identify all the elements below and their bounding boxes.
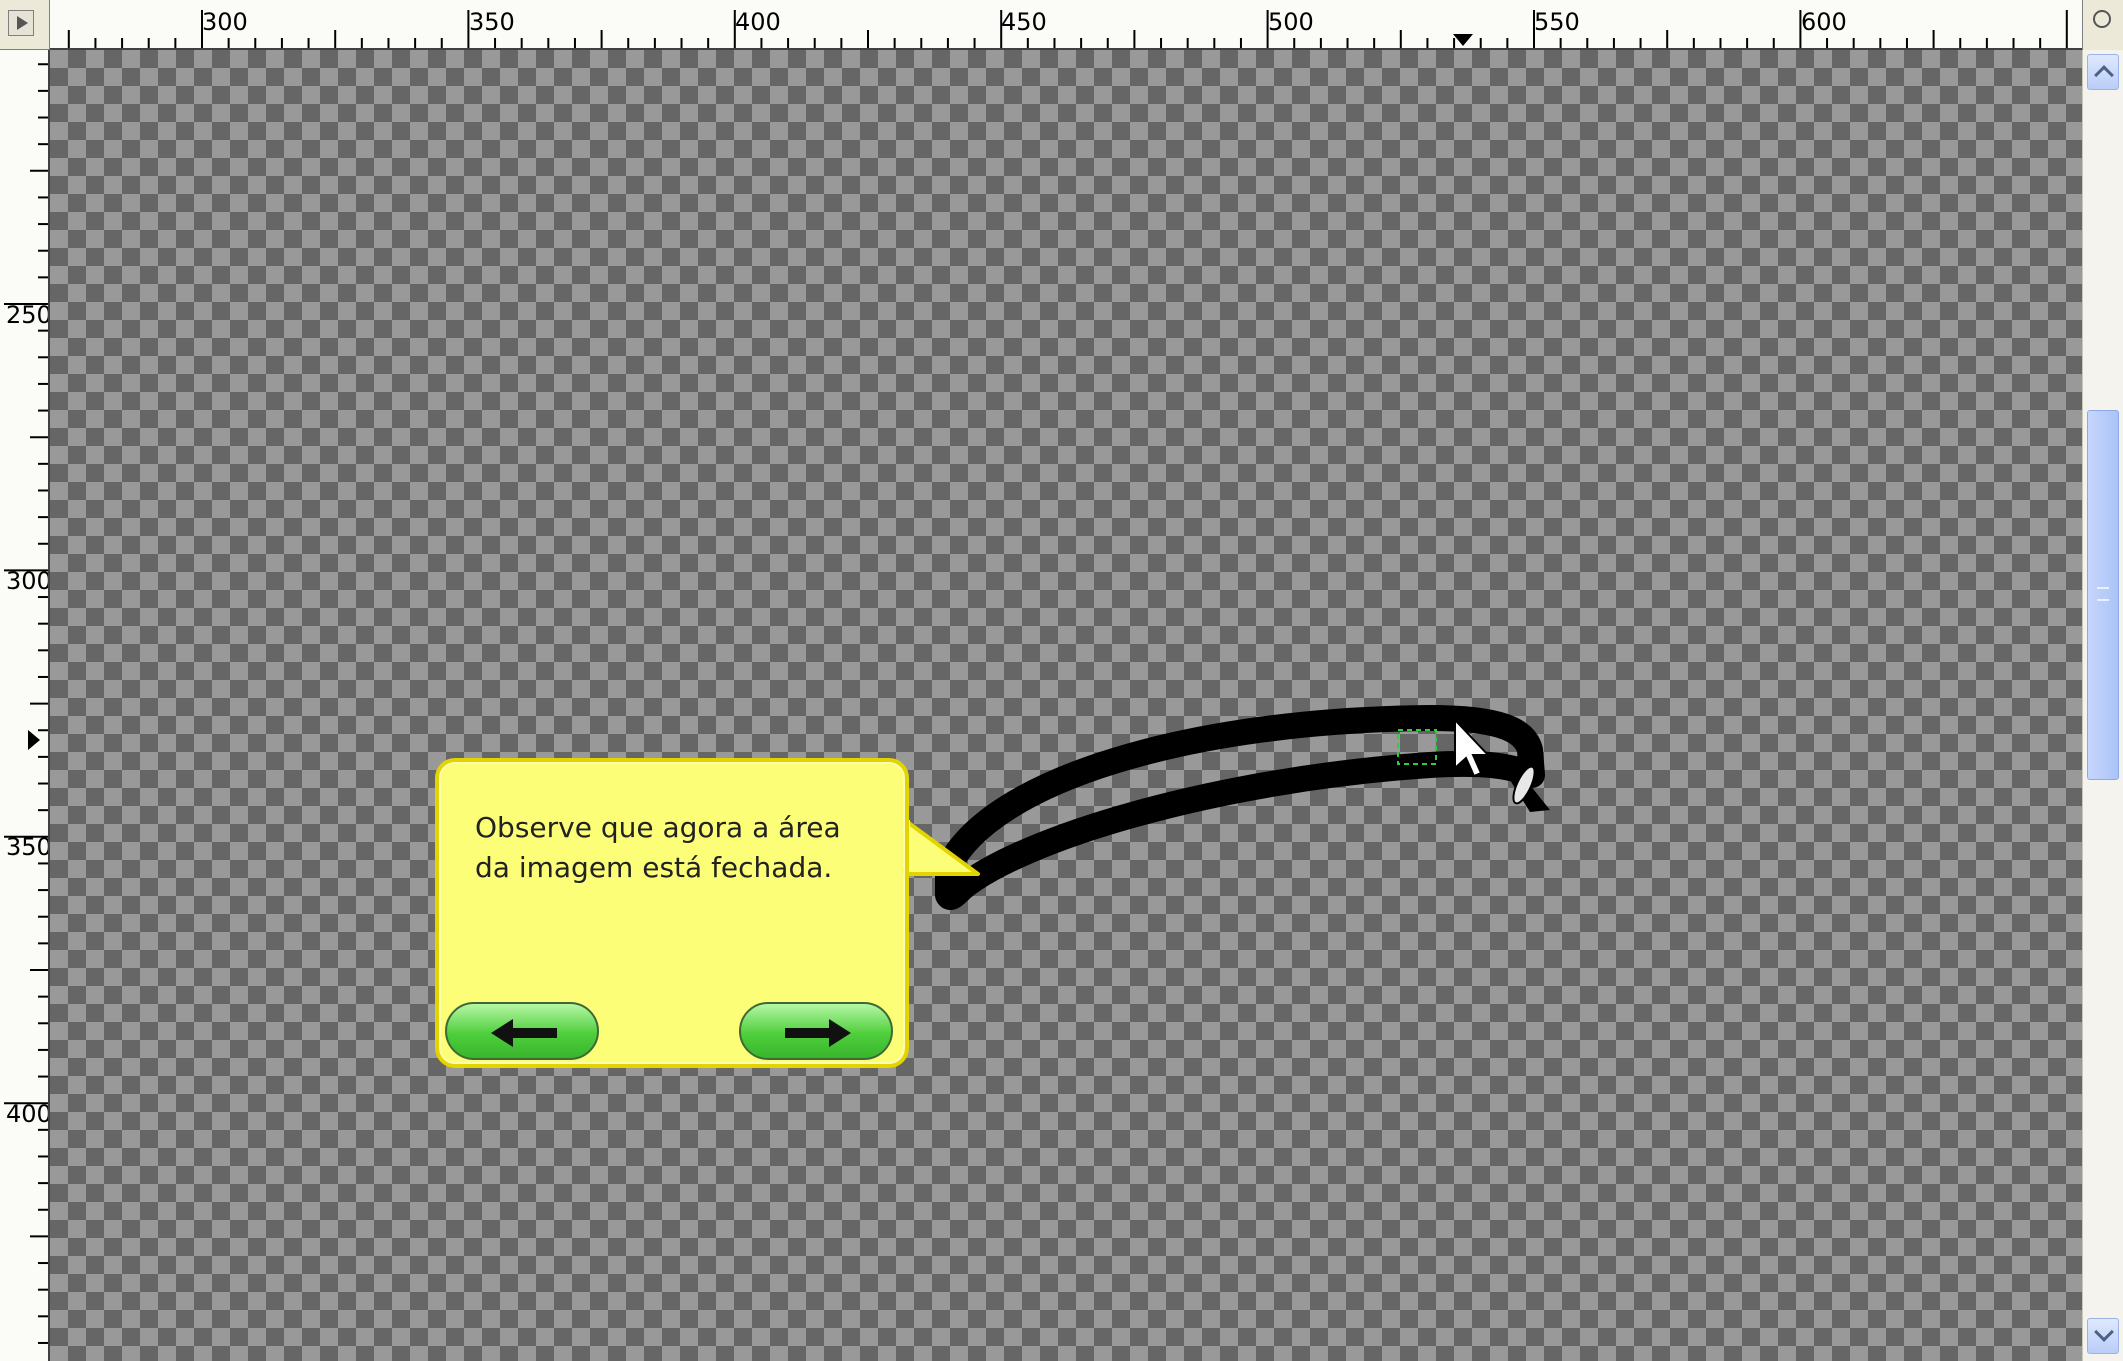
next-button[interactable]	[739, 1002, 893, 1060]
callout-text-line2: da imagem está fechada.	[475, 851, 833, 884]
ruler-label-400: 400	[6, 1100, 50, 1128]
vertical-ruler-ticks	[4, 63, 48, 1344]
ruler-label-600: 600	[1801, 8, 1847, 36]
ruler-corner	[0, 0, 50, 50]
ruler-label-300: 300	[202, 8, 248, 36]
pointer-position-marker	[1453, 34, 1473, 46]
ruler-label-550: 550	[1534, 8, 1580, 36]
scroll-down-button[interactable]	[2087, 1318, 2119, 1354]
ruler-label-250: 250	[6, 301, 50, 329]
path-stroke	[935, 705, 1550, 910]
ruler-label-300: 300	[6, 567, 50, 595]
grip-icon	[2097, 587, 2109, 601]
arrow-right-icon	[785, 1019, 851, 1047]
chevron-up-icon	[2094, 65, 2114, 85]
zoom-corner	[2082, 0, 2123, 50]
scroll-up-button[interactable]	[2087, 54, 2119, 90]
tutorial-callout: Observe que agora a área da imagem está …	[435, 758, 909, 1068]
ruler-label-500: 500	[1268, 8, 1314, 36]
pointer-position-marker	[28, 730, 40, 750]
ruler-label-350: 350	[6, 833, 50, 861]
callout-text-line1: Observe que agora a área	[475, 811, 841, 844]
horizontal-ruler[interactable]: 300 350 400 450 500 550 600	[50, 0, 2082, 50]
ruler-label-400: 400	[735, 8, 781, 36]
previous-button[interactable]	[445, 1002, 599, 1060]
quick-mask-toggle-button[interactable]	[8, 10, 34, 36]
vertical-ruler[interactable]: 250 300 350 400	[0, 50, 50, 1361]
callout-tail	[902, 818, 980, 876]
ruler-label-350: 350	[469, 8, 515, 36]
image-canvas[interactable]: Observe que agora a área da imagem está …	[50, 50, 2082, 1361]
scroll-thumb[interactable]	[2087, 410, 2119, 780]
chevron-down-icon	[2094, 1322, 2114, 1342]
zoom-icon[interactable]	[2093, 10, 2111, 28]
ruler-label-450: 450	[1001, 8, 1047, 36]
arrow-left-icon	[491, 1019, 557, 1047]
callout-text: Observe que agora a área da imagem está …	[475, 808, 895, 888]
horizontal-ruler-ticks	[67, 10, 2068, 48]
vertical-scrollbar[interactable]	[2082, 50, 2123, 1361]
